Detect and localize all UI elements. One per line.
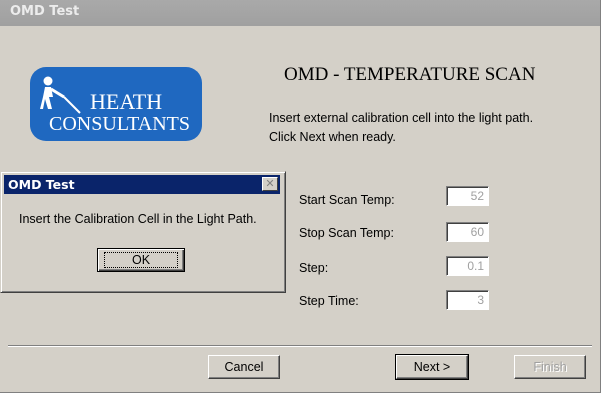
dialog-message: Insert the Calibration Cell in the Light…	[19, 212, 257, 226]
step-label: Step:	[299, 261, 329, 275]
logo-text-line2: CONSULTANTS	[49, 113, 191, 135]
dialog-titlebar[interactable]: OMD Test ✕	[4, 175, 280, 194]
window-titlebar[interactable]: OMD Test	[0, 0, 600, 26]
step-time-label: Step Time:	[299, 294, 359, 308]
instruction-line-2: Click Next when ready.	[269, 130, 396, 144]
page-heading: OMD - TEMPERATURE SCAN	[284, 64, 536, 85]
step-field[interactable]: 0.1	[446, 256, 489, 276]
window-title: OMD Test	[10, 4, 80, 19]
logo-text-line1: HEATH	[90, 89, 163, 114]
message-dialog: OMD Test ✕ Insert the Calibration Cell i…	[0, 171, 286, 293]
ok-button-label: OK	[103, 252, 179, 268]
walking-man-logo-icon	[40, 76, 81, 114]
close-icon[interactable]: ✕	[262, 177, 278, 191]
stop-scan-temp-field[interactable]: 60	[446, 222, 489, 242]
heath-consultants-logo: HEATH CONSULTANTS	[30, 67, 202, 141]
step-time-field[interactable]: 3	[446, 290, 489, 310]
start-scan-temp-label: Start Scan Temp:	[299, 193, 395, 207]
start-scan-temp-field[interactable]: 52	[446, 186, 489, 206]
next-button[interactable]: Next >	[395, 354, 469, 380]
instruction-line-1: Insert external calibration cell into th…	[269, 111, 534, 125]
ok-button[interactable]: OK	[97, 248, 185, 272]
button-separator-highlight	[8, 346, 592, 347]
cancel-button[interactable]: Cancel	[208, 355, 280, 379]
stop-scan-temp-label: Stop Scan Temp:	[299, 226, 394, 240]
dialog-title: OMD Test	[8, 177, 75, 192]
finish-button[interactable]: Finish	[514, 355, 586, 379]
